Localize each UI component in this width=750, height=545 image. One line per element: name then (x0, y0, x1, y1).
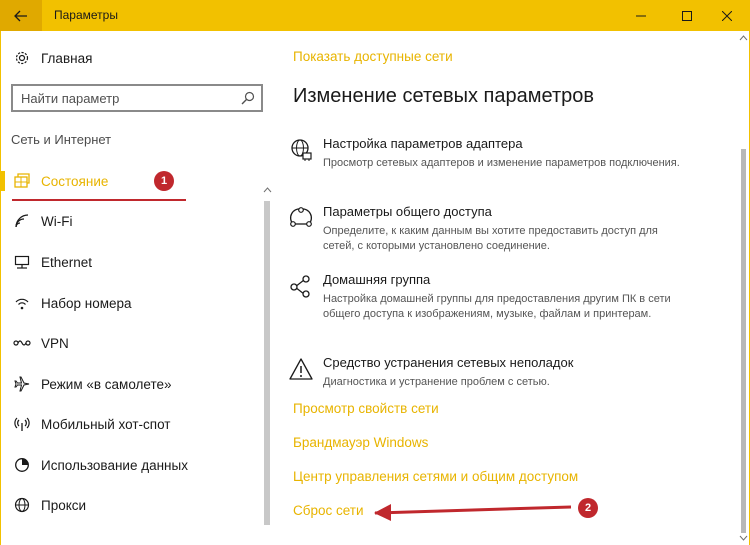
back-button[interactable] (0, 0, 42, 31)
sidebar-scroll-thumb[interactable] (264, 201, 270, 525)
close-icon (722, 10, 732, 21)
windows-firewall-link[interactable]: Брандмауэр Windows (293, 435, 428, 450)
vpn-icon (13, 334, 31, 352)
sidebar-item-airplane[interactable]: Режим «в самолете» (1, 364, 261, 404)
hotspot-icon (13, 415, 31, 433)
chevron-down-icon (739, 535, 748, 541)
search-placeholder: Найти параметр (21, 91, 120, 106)
chevron-up-icon (739, 35, 748, 41)
item-description: Диагностика и устранение проблем с сетью… (323, 376, 550, 388)
page-heading: Изменение сетевых параметров (293, 85, 594, 107)
sidebar-item-label: Использование данных (41, 457, 188, 473)
sidebar: Главная Найти параметр Сеть и Интернет С… (1, 31, 273, 545)
warning-icon (289, 358, 313, 380)
sidebar-item-label: Режим «в самолете» (41, 376, 172, 392)
section-title: Сеть и Интернет (11, 132, 112, 147)
dialup-icon (13, 294, 31, 312)
sidebar-item-label: Мобильный хот-спот (41, 416, 171, 432)
wifi-icon (13, 212, 31, 230)
sidebar-item-label: Прокси (41, 497, 87, 513)
annotation-badge-2: 2 (578, 498, 598, 518)
content-scrollbar[interactable] (738, 31, 749, 545)
sidebar-item-proxy[interactable]: Прокси (1, 485, 261, 525)
network-center-link[interactable]: Центр управления сетями и общим доступом (293, 469, 578, 484)
item-title: Домашняя группа (323, 272, 431, 287)
annotation-badge-1: 1 (154, 171, 174, 191)
network-properties-link[interactable]: Просмотр свойств сети (293, 401, 439, 416)
sidebar-item-label: VPN (41, 335, 69, 351)
sidebar-item-ethernet[interactable]: Ethernet (1, 242, 261, 282)
sidebar-item-home[interactable]: Главная (1, 38, 261, 78)
window-title: Параметры (54, 8, 118, 22)
homegroup-icon (290, 275, 310, 298)
data-usage-icon (13, 456, 31, 474)
item-title: Настройка параметров адаптера (323, 136, 523, 151)
sidebar-item-vpn[interactable]: VPN (1, 323, 261, 363)
sidebar-item-status[interactable]: Состояние 1 (1, 161, 261, 201)
show-networks-link[interactable]: Показать доступные сети (293, 49, 453, 64)
search-input[interactable]: Найти параметр (11, 84, 263, 112)
sidebar-home-label: Главная (41, 50, 93, 66)
content-scroll-thumb[interactable] (741, 149, 746, 533)
close-button[interactable] (704, 0, 750, 31)
annotation-arrow (374, 504, 572, 521)
adapter-icon (291, 139, 312, 161)
item-title: Параметры общего доступа (323, 204, 492, 219)
globe-icon (13, 496, 31, 514)
sidebar-item-label: Ethernet (41, 254, 93, 270)
globe-status-icon (13, 172, 31, 190)
minimize-button[interactable] (618, 0, 664, 31)
maximize-icon (682, 10, 692, 21)
selection-indicator (1, 171, 5, 191)
item-title: Средство устранения сетевых неполадок (323, 355, 574, 370)
arrow-left-icon (14, 10, 27, 21)
airplane-icon (13, 375, 31, 393)
item-description: Просмотр сетевых адаптеров и изменение п… (323, 157, 680, 169)
title-bar: Параметры (0, 0, 750, 31)
item-description: Настройка домашней группы для предоставл… (323, 293, 671, 320)
sharing-icon (289, 207, 313, 227)
sidebar-item-wifi[interactable]: Wi-Fi (1, 201, 261, 241)
chevron-up-icon (263, 187, 272, 193)
item-description: Определите, к каким данным вы хотите пре… (323, 225, 658, 252)
search-icon (241, 91, 255, 105)
sidebar-item-label: Набор номера (41, 295, 132, 311)
sidebar-item-data-usage[interactable]: Использование данных (1, 445, 261, 485)
sidebar-item-label: Состояние (41, 173, 109, 189)
sidebar-item-dialup[interactable]: Набор номера (1, 283, 261, 323)
ethernet-icon (13, 253, 31, 271)
sidebar-item-hotspot[interactable]: Мобильный хот-спот (1, 404, 261, 444)
sidebar-scrollbar[interactable] (262, 187, 273, 545)
sidebar-item-label: Wi-Fi (41, 213, 73, 229)
minimize-icon (636, 15, 646, 16)
main-content: Показать доступные сети Изменение сетевы… (273, 31, 738, 545)
network-reset-link[interactable]: Сброс сети (293, 503, 364, 518)
gear-icon (13, 49, 31, 67)
